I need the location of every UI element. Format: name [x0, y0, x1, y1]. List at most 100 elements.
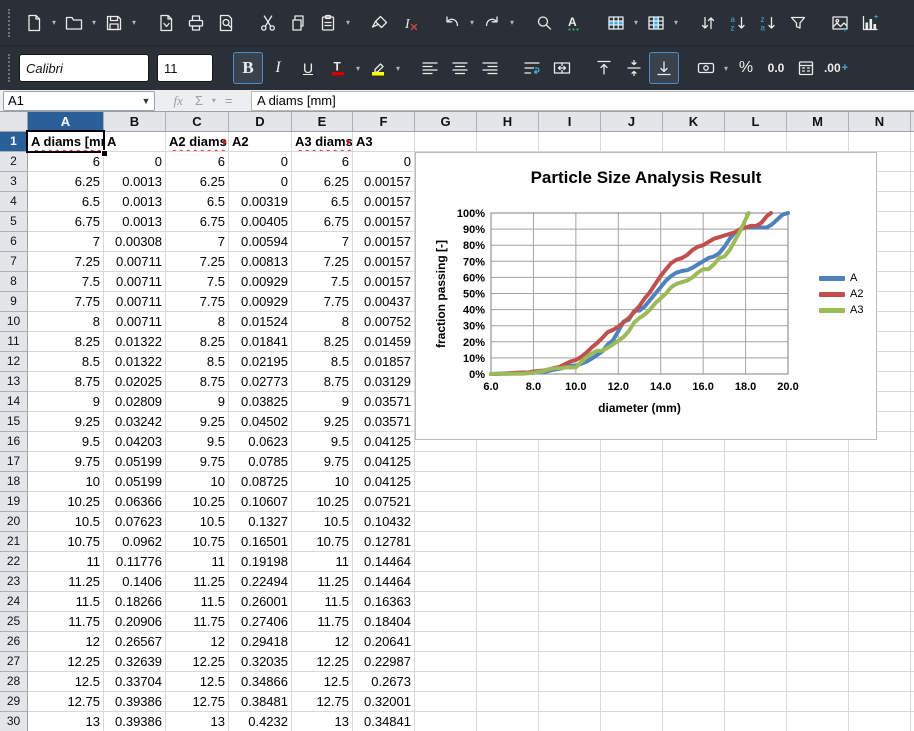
column-header-H[interactable]: H — [477, 112, 539, 132]
cell-D15[interactable]: 0.04502 — [229, 412, 292, 432]
column-header-B[interactable]: B — [104, 112, 166, 132]
row-header-14[interactable]: 14 — [0, 392, 28, 412]
cell-N1[interactable] — [849, 132, 911, 152]
align-bottom-button[interactable] — [649, 52, 679, 84]
cell-F6[interactable]: 0.00157 — [353, 232, 415, 252]
cell-E26[interactable]: 12 — [292, 632, 353, 652]
cell-B24[interactable]: 0.18266 — [104, 592, 166, 612]
cell-N29[interactable] — [849, 692, 911, 712]
cell-B23[interactable]: 0.1406 — [104, 572, 166, 592]
cell-E15[interactable]: 9.25 — [292, 412, 353, 432]
row-header-20[interactable]: 20 — [0, 512, 28, 532]
cell-A30[interactable]: 13 — [28, 712, 104, 731]
cell-I21[interactable] — [539, 532, 601, 552]
column-header-M[interactable]: M — [787, 112, 849, 132]
cell-D26[interactable]: 0.29418 — [229, 632, 292, 652]
cell-N18[interactable] — [849, 472, 911, 492]
cell-G26[interactable] — [415, 632, 477, 652]
cell-N28[interactable] — [849, 672, 911, 692]
cell-A6[interactable]: 7 — [28, 232, 104, 252]
cell-M17[interactable] — [787, 452, 849, 472]
cell-B7[interactable]: 0.00711 — [104, 252, 166, 272]
cell-A29[interactable]: 12.75 — [28, 692, 104, 712]
cell-D17[interactable]: 0.0785 — [229, 452, 292, 472]
cell-I23[interactable] — [539, 572, 601, 592]
cell-C20[interactable]: 10.5 — [166, 512, 229, 532]
cell-D16[interactable]: 0.0623 — [229, 432, 292, 452]
cell-D14[interactable]: 0.03825 — [229, 392, 292, 412]
cell-E6[interactable]: 7 — [292, 232, 353, 252]
row-header-8[interactable]: 8 — [0, 272, 28, 292]
cell-E22[interactable]: 11 — [292, 552, 353, 572]
cell-E19[interactable]: 10.25 — [292, 492, 353, 512]
cell-H20[interactable] — [477, 512, 539, 532]
cell-A11[interactable]: 8.25 — [28, 332, 104, 352]
cell-F28[interactable]: 0.2673 — [353, 672, 415, 692]
cell-M27[interactable] — [787, 652, 849, 672]
column-header-N[interactable]: N — [849, 112, 911, 132]
cell-B17[interactable]: 0.05199 — [104, 452, 166, 472]
cell-I18[interactable] — [539, 472, 601, 492]
column-header-D[interactable]: D — [229, 112, 292, 132]
cell-E20[interactable]: 10.5 — [292, 512, 353, 532]
cell-I17[interactable] — [539, 452, 601, 472]
cell-F17[interactable]: 0.04125 — [353, 452, 415, 472]
cell-F10[interactable]: 0.00752 — [353, 312, 415, 332]
cell-B16[interactable]: 0.04203 — [104, 432, 166, 452]
row-header-6[interactable]: 6 — [0, 232, 28, 252]
cell-E25[interactable]: 11.75 — [292, 612, 353, 632]
cell-M29[interactable] — [787, 692, 849, 712]
cell-J29[interactable] — [601, 692, 663, 712]
cell-B14[interactable]: 0.02809 — [104, 392, 166, 412]
cell-B6[interactable]: 0.00308 — [104, 232, 166, 252]
cell-A22[interactable]: 11 — [28, 552, 104, 572]
cell-H19[interactable] — [477, 492, 539, 512]
row-header-24[interactable]: 24 — [0, 592, 28, 612]
cell-B2[interactable]: 0 — [104, 152, 166, 172]
cell-I30[interactable] — [539, 712, 601, 731]
cell-I1[interactable] — [539, 132, 601, 152]
cell-B11[interactable]: 0.01322 — [104, 332, 166, 352]
cell-F22[interactable]: 0.14464 — [353, 552, 415, 572]
cell-K30[interactable] — [663, 712, 725, 731]
cell-C16[interactable]: 9.5 — [166, 432, 229, 452]
cell-F2[interactable]: 0 — [353, 152, 415, 172]
cell-E11[interactable]: 8.25 — [292, 332, 353, 352]
cell-E8[interactable]: 7.5 — [292, 272, 353, 292]
cell-H22[interactable] — [477, 552, 539, 572]
currency-format-button[interactable] — [691, 52, 721, 84]
open-button[interactable] — [59, 7, 89, 39]
row-header-9[interactable]: 9 — [0, 292, 28, 312]
cell-F19[interactable]: 0.07521 — [353, 492, 415, 512]
new-document-button[interactable] — [19, 7, 49, 39]
cell-D18[interactable]: 0.08725 — [229, 472, 292, 492]
cell-E27[interactable]: 12.25 — [292, 652, 353, 672]
cell-L21[interactable] — [725, 532, 787, 552]
embedded-chart[interactable]: 0%10%20%30%40%50%60%70%80%90%100%6.08.01… — [415, 152, 877, 440]
cell-M1[interactable] — [787, 132, 849, 152]
cell-B29[interactable]: 0.39386 — [104, 692, 166, 712]
cell-C17[interactable]: 9.75 — [166, 452, 229, 472]
cell-G22[interactable] — [415, 552, 477, 572]
undo-button-dropdown-icon[interactable]: ▾ — [467, 18, 477, 27]
cell-C29[interactable]: 12.75 — [166, 692, 229, 712]
cell-M28[interactable] — [787, 672, 849, 692]
cell-F5[interactable]: 0.00157 — [353, 212, 415, 232]
cell-J21[interactable] — [601, 532, 663, 552]
insert-row-button[interactable] — [601, 7, 631, 39]
cell-I27[interactable] — [539, 652, 601, 672]
cell-D30[interactable]: 0.4232 — [229, 712, 292, 731]
cell-A12[interactable]: 8.5 — [28, 352, 104, 372]
cell-M22[interactable] — [787, 552, 849, 572]
cell-G21[interactable] — [415, 532, 477, 552]
cell-A5[interactable]: 6.75 — [28, 212, 104, 232]
column-header-A[interactable]: A — [28, 112, 104, 132]
cell-K28[interactable] — [663, 672, 725, 692]
cell-F16[interactable]: 0.04125 — [353, 432, 415, 452]
cell-D10[interactable]: 0.01524 — [229, 312, 292, 332]
cell-E1[interactable]: A3 diams [mm] — [292, 132, 353, 152]
cell-D9[interactable]: 0.00929 — [229, 292, 292, 312]
cell-C26[interactable]: 12 — [166, 632, 229, 652]
cell-J23[interactable] — [601, 572, 663, 592]
bold-button[interactable]: B — [233, 52, 263, 84]
